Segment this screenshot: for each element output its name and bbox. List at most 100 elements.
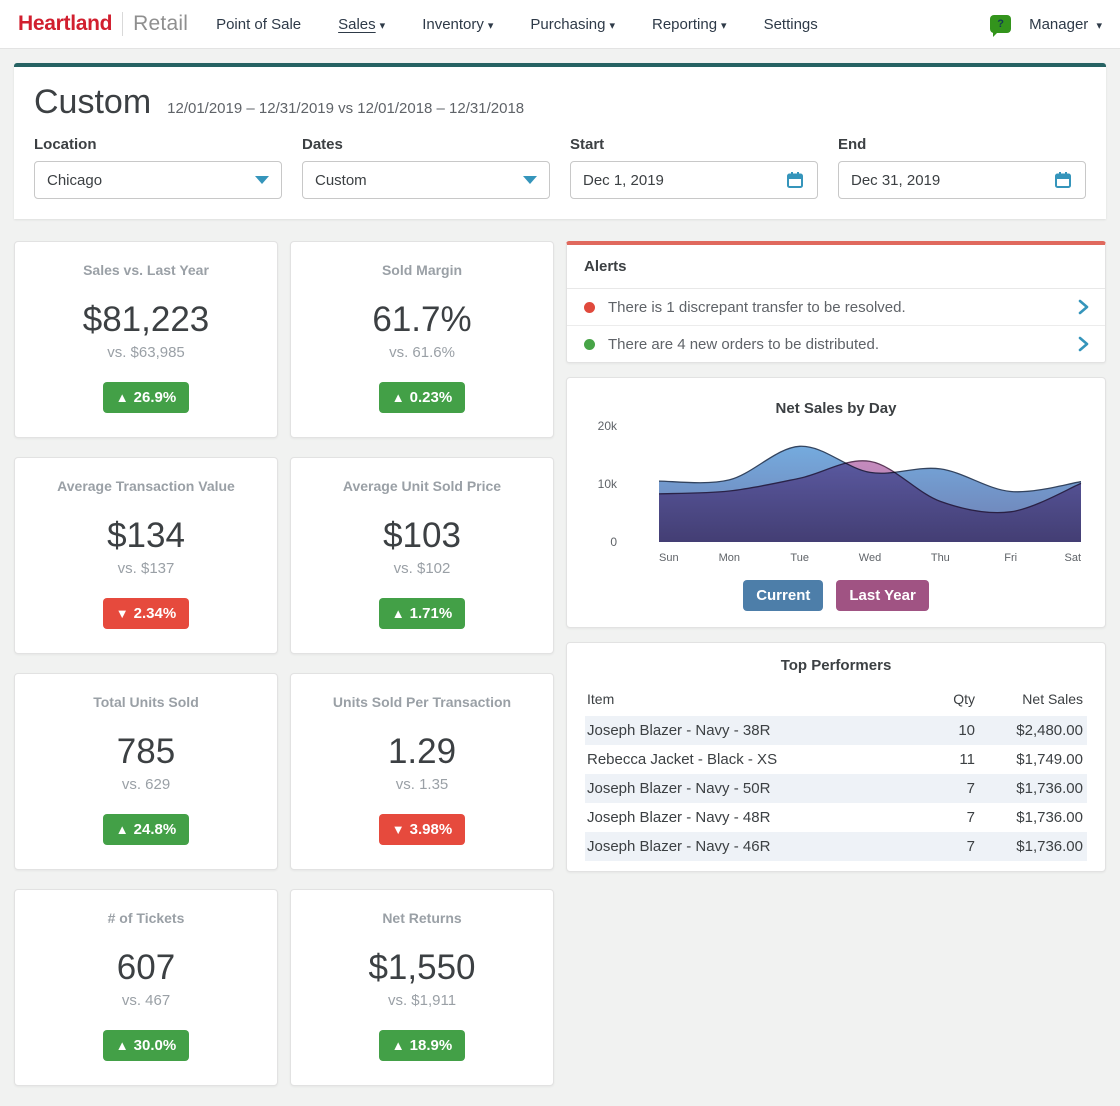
x-tick-label: Tue bbox=[790, 552, 809, 564]
top-performers-table: ItemQtyNet Sales Joseph Blazer - Navy - … bbox=[585, 686, 1087, 861]
change-value: 30.0% bbox=[134, 1037, 177, 1054]
change-badge: ▲24.8% bbox=[103, 814, 189, 845]
end-date-input[interactable]: Dec 31, 2019 bbox=[838, 161, 1086, 199]
change-value: 24.8% bbox=[134, 821, 177, 838]
start-date-value: Dec 1, 2019 bbox=[583, 172, 785, 189]
dates-select[interactable]: Custom bbox=[302, 161, 550, 199]
alerts-title: Alerts bbox=[567, 245, 1105, 289]
chevron-down-icon: ▾ bbox=[1096, 20, 1102, 32]
change-badge: ▲18.9% bbox=[379, 1030, 465, 1061]
net-sales-area-chart: 010k20kSunMonTueWedThuFriSat bbox=[583, 419, 1091, 569]
end-label: End bbox=[838, 136, 1086, 153]
nav-item-purchasing[interactable]: Purchasing▾ bbox=[530, 16, 615, 33]
arrow-down-icon: ▼ bbox=[392, 822, 405, 837]
qty-cell: 7 bbox=[921, 803, 979, 832]
brand-name: Heartland bbox=[18, 12, 112, 36]
qty-cell: 7 bbox=[921, 832, 979, 861]
help-glyph: ? bbox=[997, 18, 1004, 30]
change-value: 2.34% bbox=[134, 605, 177, 622]
metric-compare: vs. $102 bbox=[394, 560, 451, 577]
x-tick-label: Sat bbox=[1064, 552, 1081, 564]
x-tick-label: Sun bbox=[659, 552, 679, 564]
metric-value: 61.7% bbox=[372, 300, 471, 340]
metric-compare: vs. 1.35 bbox=[396, 776, 449, 793]
metric-title: Total Units Sold bbox=[93, 694, 199, 710]
legend-button-last-year[interactable]: Last Year bbox=[836, 580, 928, 611]
alert-row[interactable]: There is 1 discrepant transfer to be res… bbox=[567, 289, 1105, 326]
chevron-down-icon: ▾ bbox=[721, 20, 727, 32]
chevron-down-icon bbox=[523, 176, 537, 184]
brand-product: Retail bbox=[133, 12, 188, 36]
brand-logo[interactable]: Heartland Retail bbox=[18, 12, 188, 36]
change-badge: ▲ 26.9% bbox=[103, 382, 189, 413]
y-tick-label: 20k bbox=[598, 419, 618, 433]
metric-card-net-returns: Net Returns$1,550vs. $1,911▲18.9% bbox=[290, 889, 554, 1086]
column-header-item: Item bbox=[585, 686, 921, 716]
brand-divider bbox=[122, 12, 123, 36]
nav-item-point-of-sale[interactable]: Point of Sale bbox=[216, 16, 301, 33]
metric-title: Sold Margin bbox=[382, 262, 462, 278]
chevron-down-icon: ▾ bbox=[380, 20, 386, 32]
nav-item-settings[interactable]: Settings bbox=[764, 16, 818, 33]
metric-value: 785 bbox=[117, 732, 175, 772]
change-badge: ▼2.34% bbox=[103, 598, 189, 629]
nav-item-inventory[interactable]: Inventory▾ bbox=[422, 16, 493, 33]
legend-button-current[interactable]: Current bbox=[743, 580, 823, 611]
chevron-right-icon bbox=[1075, 298, 1091, 316]
chevron-down-icon: ▾ bbox=[609, 20, 615, 32]
metric-card-sales-vs-last-year: Sales vs. Last Year$81,223vs. $63,985▲26… bbox=[14, 241, 278, 438]
location-label: Location bbox=[34, 136, 282, 153]
location-value: Chicago bbox=[47, 172, 255, 189]
table-row[interactable]: Joseph Blazer - Navy - 50R7$1,736.00 bbox=[585, 774, 1087, 803]
date-range-subtitle: 12/01/2019 – 12/31/2019 vs 12/01/2018 – … bbox=[167, 100, 524, 117]
dates-filter: Dates Custom bbox=[302, 136, 550, 199]
net-sales-chart-card: Net Sales by Day 010k20kSunMonTueWedThuF… bbox=[566, 377, 1106, 628]
nav-item-reporting[interactable]: Reporting▾ bbox=[652, 16, 727, 33]
metric-compare: vs. $137 bbox=[118, 560, 175, 577]
metric-value: $103 bbox=[383, 516, 461, 556]
table-row[interactable]: Joseph Blazer - Navy - 46R7$1,736.00 bbox=[585, 832, 1087, 861]
net-sales-cell: $2,480.00 bbox=[979, 716, 1087, 745]
item-cell: Joseph Blazer - Navy - 50R bbox=[585, 774, 921, 803]
arrow-up-icon: ▲ bbox=[116, 1038, 129, 1053]
x-tick-label: Thu bbox=[931, 552, 950, 564]
metric-compare: vs. 629 bbox=[122, 776, 170, 793]
metric-compare: vs. $63,985 bbox=[107, 344, 185, 361]
x-tick-label: Fri bbox=[1004, 552, 1017, 564]
metric-card-total-units-sold: Total Units Sold 785 vs. 629 ▲24.8% bbox=[14, 673, 278, 870]
column-header-net-sales: Net Sales bbox=[979, 686, 1087, 716]
help-chat-icon[interactable]: ? bbox=[990, 15, 1011, 33]
page-title: Custom bbox=[34, 83, 151, 122]
calendar-icon bbox=[785, 170, 805, 190]
table-row[interactable]: Rebecca Jacket - Black - XS11$1,749.00 bbox=[585, 745, 1087, 774]
status-dot-red bbox=[584, 302, 595, 313]
x-tick-label: Mon bbox=[719, 552, 740, 564]
top-performers-card: Top Performers ItemQtyNet Sales Joseph B… bbox=[566, 642, 1106, 872]
column-header-qty: Qty bbox=[921, 686, 979, 716]
metrics-grid: Sales vs. Last Year$81,223vs. $63,985▲26… bbox=[14, 241, 554, 1086]
qty-cell: 7 bbox=[921, 774, 979, 803]
user-menu[interactable]: Manager ▾ bbox=[1029, 16, 1102, 33]
dates-label: Dates bbox=[302, 136, 550, 153]
change-value: 26.9% bbox=[134, 389, 177, 406]
metric-value: 607 bbox=[117, 948, 175, 988]
nav-item-sales[interactable]: Sales▾ bbox=[338, 16, 385, 33]
x-tick-label: Wed bbox=[859, 552, 881, 564]
table-row[interactable]: Joseph Blazer - Navy - 38R10$2,480.00 bbox=[585, 716, 1087, 745]
metric-compare: vs. 467 bbox=[122, 992, 170, 1009]
y-tick-label: 10k bbox=[598, 477, 618, 491]
arrow-up-icon: ▲ bbox=[116, 390, 129, 405]
metric-value: $134 bbox=[107, 516, 185, 556]
table-row[interactable]: Joseph Blazer - Navy - 48R7$1,736.00 bbox=[585, 803, 1087, 832]
alert-row[interactable]: There are 4 new orders to be distributed… bbox=[567, 326, 1105, 362]
arrow-up-icon: ▲ bbox=[392, 390, 405, 405]
dates-value: Custom bbox=[315, 172, 523, 189]
change-badge: ▼3.98% bbox=[379, 814, 465, 845]
location-select[interactable]: Chicago bbox=[34, 161, 282, 199]
change-value: 1.71% bbox=[410, 605, 453, 622]
chevron-down-icon: ▾ bbox=[488, 20, 494, 32]
nav-right: ? Manager ▾ bbox=[990, 15, 1102, 33]
start-date-input[interactable]: Dec 1, 2019 bbox=[570, 161, 818, 199]
chart-title: Net Sales by Day bbox=[583, 400, 1089, 417]
arrow-up-icon: ▲ bbox=[392, 1038, 405, 1053]
